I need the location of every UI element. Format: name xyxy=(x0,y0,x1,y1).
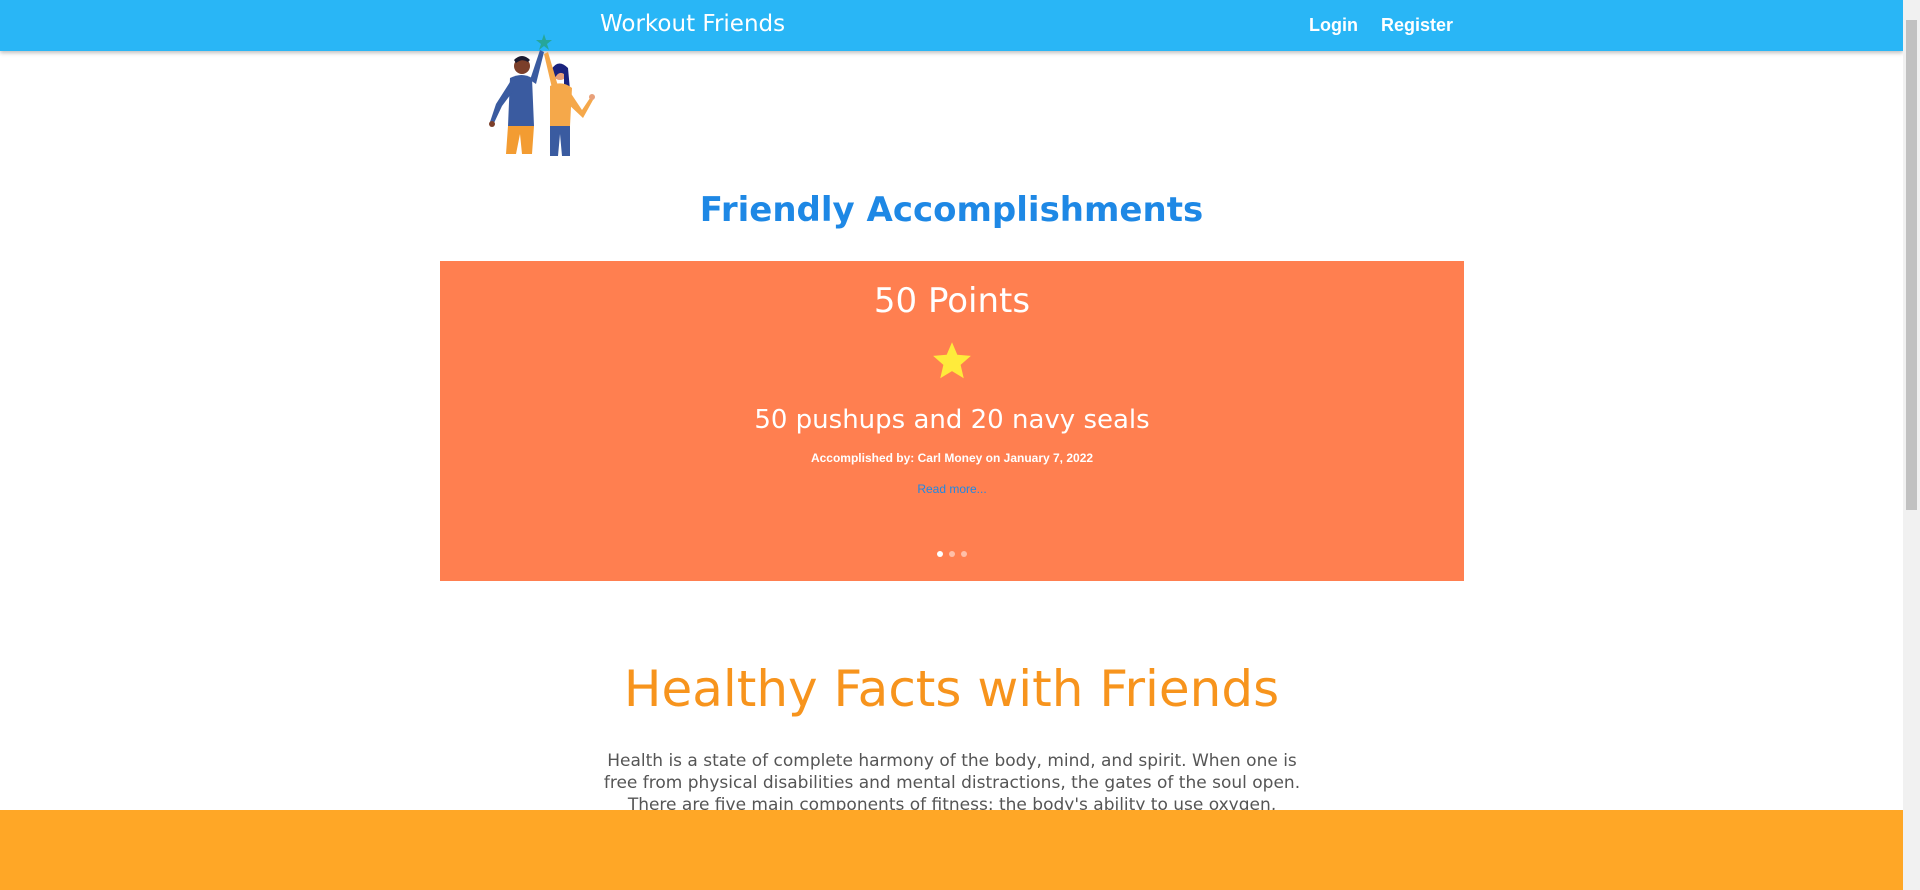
scrollbar-thumb[interactable] xyxy=(1906,20,1917,510)
top-navbar: Workout Friends Login Register xyxy=(0,0,1903,51)
brand-link[interactable]: Workout Friends xyxy=(600,11,785,37)
high-five-friends-illustration-icon xyxy=(489,34,595,156)
facts-title: Healthy Facts with Friends xyxy=(623,660,1280,718)
carousel-indicator-3[interactable] xyxy=(961,551,967,557)
page: Workout Friends Login Register Friendly … xyxy=(0,0,1920,890)
slide-points: 50 Points xyxy=(873,281,1031,321)
slide-title: 50 pushups and 20 navy seals xyxy=(754,405,1150,435)
carousel-indicator-1[interactable] xyxy=(937,551,943,557)
read-more-link[interactable]: Read more... xyxy=(440,482,1464,496)
accomplishments-title: Friendly Accomplishments xyxy=(699,190,1204,230)
login-link[interactable]: Login xyxy=(1309,15,1358,36)
accomplishments-carousel[interactable]: 50 Points 50 pushups and 20 navy seals A… xyxy=(440,261,1464,581)
star-icon xyxy=(933,342,971,379)
carousel-indicator-2[interactable] xyxy=(949,551,955,557)
page-scrollbar[interactable] xyxy=(1903,0,1920,890)
footer-band xyxy=(0,810,1903,890)
carousel-indicators xyxy=(440,551,1464,557)
slide-accomplished-by: Accomplished by: Carl Money on January 7… xyxy=(810,451,1094,465)
register-link[interactable]: Register xyxy=(1381,15,1453,36)
